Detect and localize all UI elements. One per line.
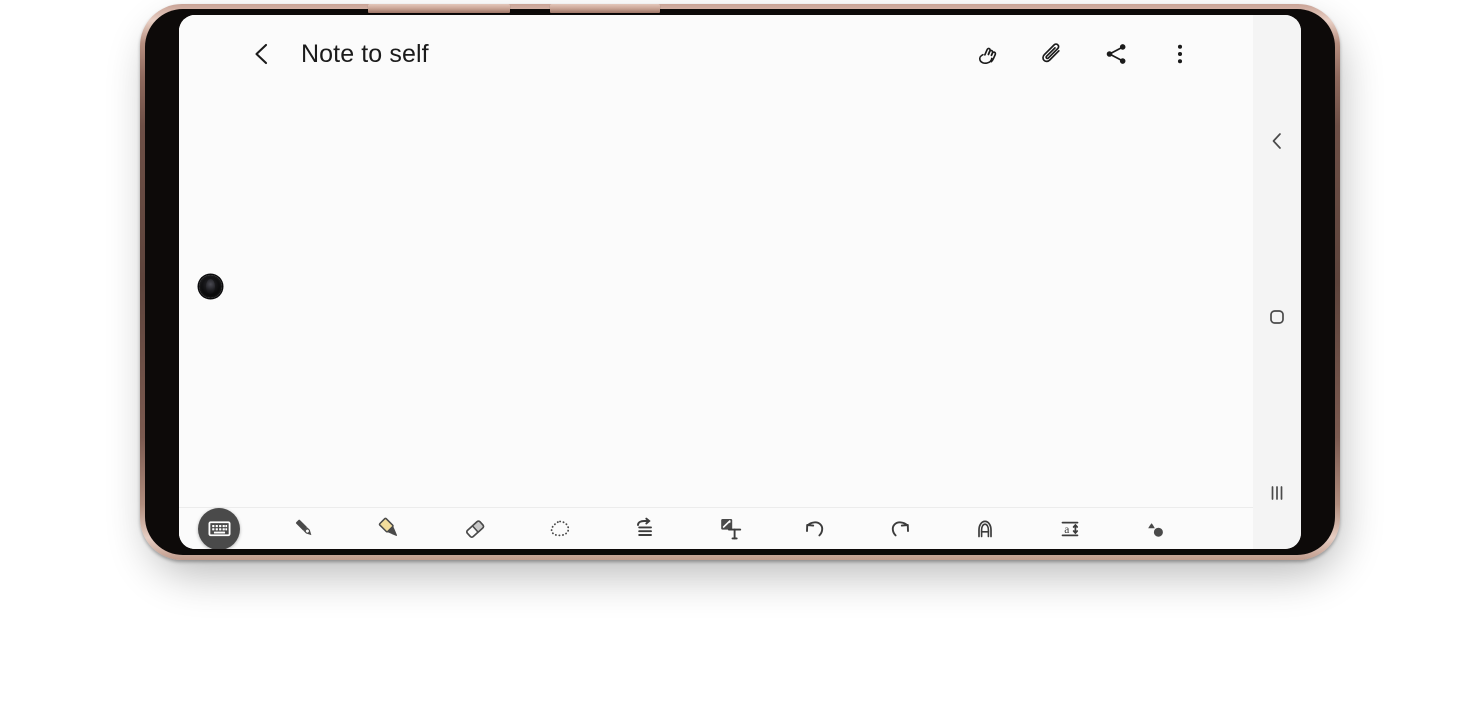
samsung-notes-app: Note to self a (179, 15, 1253, 549)
text-size-icon: a (1053, 512, 1087, 546)
note-canvas[interactable] (179, 93, 1253, 508)
power-button[interactable] (550, 4, 660, 13)
touch-protect-icon[interactable] (967, 33, 1009, 75)
redo-arrow-glyph (891, 520, 909, 536)
lasso-select-icon (543, 512, 577, 546)
shapes-glyph (1148, 522, 1163, 537)
nav-back-button[interactable] (1253, 117, 1301, 165)
text-align-icon (628, 512, 662, 546)
chevron-left-icon (255, 43, 268, 65)
back-button[interactable] (237, 29, 287, 79)
highlighter-glyph (378, 517, 398, 536)
app-title-bar: Note to self (179, 15, 1253, 94)
convert-to-text-tool-button[interactable] (703, 508, 757, 549)
svg-text:a: a (1064, 524, 1069, 536)
page-title: Note to self (301, 39, 429, 68)
eraser-tool-button[interactable] (448, 508, 502, 549)
keyboard-tool-button[interactable] (192, 507, 246, 549)
text-align-tool-button[interactable] (618, 508, 672, 549)
phone-screen: Note to self a (179, 15, 1301, 549)
eraser-icon (458, 512, 492, 546)
paperclip-glyph (1041, 42, 1060, 62)
paperclip-icon[interactable] (1031, 33, 1073, 75)
phone-device: Note to self a (140, 4, 1340, 574)
text-size-button[interactable]: a (1043, 508, 1097, 549)
undo-arrow-glyph (806, 520, 824, 536)
drawing-toolbar: a (179, 507, 1253, 549)
nav-home-button[interactable] (1253, 293, 1301, 341)
indent-glyph (637, 517, 652, 536)
volume-button[interactable] (368, 4, 510, 13)
nav-home-icon (1270, 310, 1284, 324)
undo-icon (798, 512, 832, 546)
text-style-icon (968, 512, 1002, 546)
nav-recent-icon (1271, 486, 1283, 500)
highlighter-icon (373, 512, 407, 546)
title-bar-actions (967, 33, 1201, 75)
android-navigation-bar (1253, 15, 1301, 549)
share-icon[interactable] (1095, 33, 1137, 75)
nav-back-icon (1272, 133, 1281, 149)
more-options-icon[interactable] (1159, 33, 1201, 75)
shapes-icon (1138, 512, 1172, 546)
highlighter-tool-button[interactable] (363, 508, 417, 549)
pen-tool-button[interactable] (278, 508, 332, 549)
selection-tool-button[interactable] (533, 508, 587, 549)
text-size-glyph: a (1061, 521, 1079, 536)
eraser-glyph (465, 519, 485, 538)
nav-recents-button[interactable] (1253, 469, 1301, 517)
pen-glyph (295, 519, 312, 535)
redo-icon (883, 512, 917, 546)
convert-to-text-icon (713, 512, 747, 546)
shapes-button[interactable] (1128, 508, 1182, 549)
hand-glyph (978, 47, 996, 64)
redo-button[interactable] (873, 508, 927, 549)
share-glyph (1106, 44, 1126, 64)
lasso-glyph (550, 520, 570, 536)
three-dots-glyph (1177, 44, 1183, 64)
keyboard-glyph (207, 521, 231, 537)
convert-text-glyph (721, 518, 742, 539)
pen-icon (288, 512, 322, 546)
outlined-a-glyph (978, 520, 992, 537)
undo-button[interactable] (788, 508, 842, 549)
front-camera-punch-hole (199, 275, 222, 298)
keyboard-icon (198, 507, 240, 549)
text-style-button[interactable] (958, 508, 1012, 549)
